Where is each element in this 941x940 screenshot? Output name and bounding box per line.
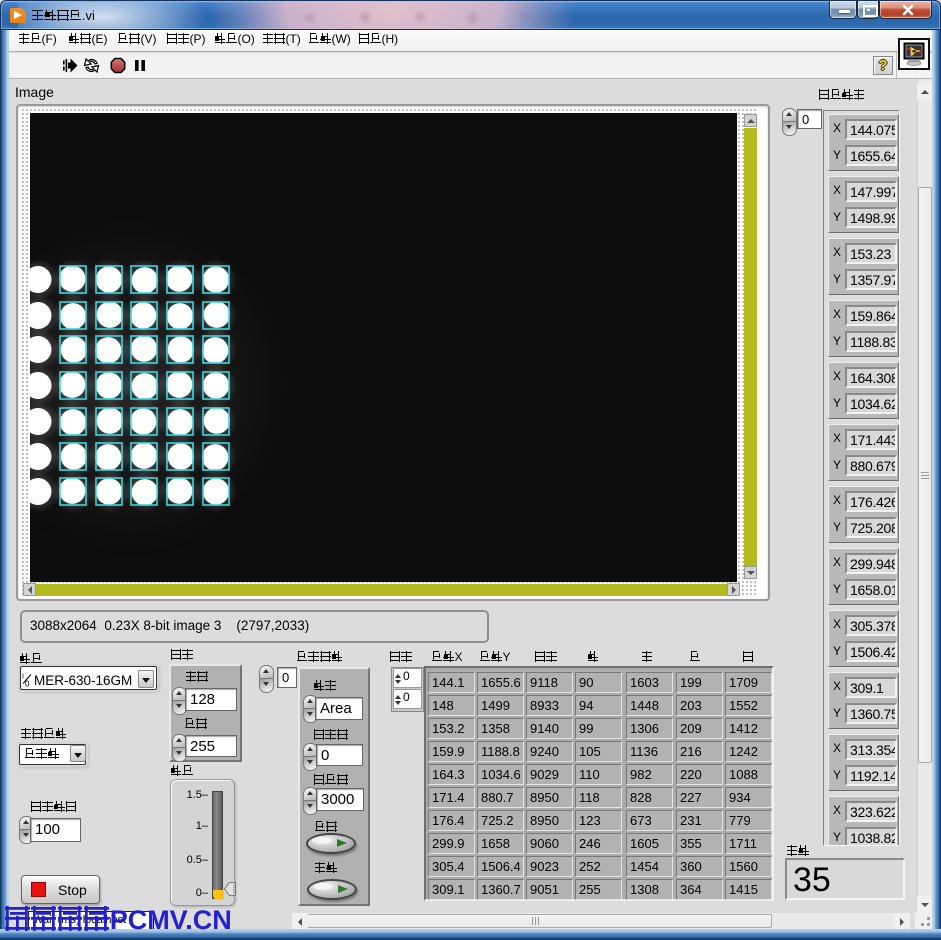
svg-text:0: 0	[25, 680, 30, 689]
svg-text:I: I	[22, 674, 24, 681]
